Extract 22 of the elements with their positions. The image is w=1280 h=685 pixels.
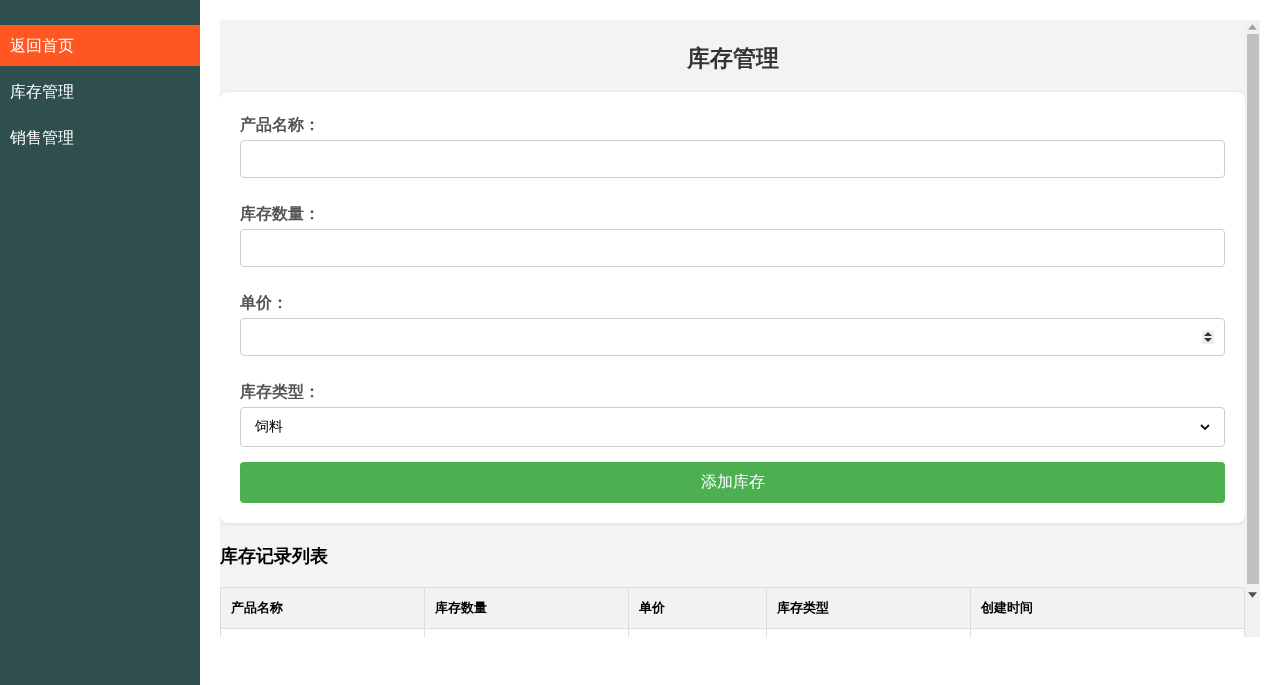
scrollbar-thumb[interactable] xyxy=(1246,34,1259,584)
scroll-up-icon[interactable] xyxy=(1248,24,1257,30)
sidebar-item[interactable]: 库存管理 xyxy=(0,71,200,112)
input-field[interactable] xyxy=(240,229,1225,267)
sidebar-item[interactable]: 销售管理 xyxy=(0,117,200,158)
select-field[interactable]: 饲料 xyxy=(240,407,1225,447)
column-header: 库存类型 xyxy=(766,587,971,629)
column-header: 单价 xyxy=(628,587,767,629)
column-header: 库存数量 xyxy=(424,587,629,629)
spinner-icon[interactable] xyxy=(1202,330,1214,344)
field-label: 库存类型： xyxy=(240,381,321,403)
column-header: 创建时间 xyxy=(970,587,1245,629)
input-field[interactable] xyxy=(240,140,1225,178)
field-label: 产品名称： xyxy=(240,114,321,136)
chevron-down-icon xyxy=(1200,423,1210,431)
field-label: 单价： xyxy=(240,292,289,314)
number-field[interactable] xyxy=(240,318,1225,356)
section-title: 库存记录列表 xyxy=(220,544,329,568)
column-header: 产品名称 xyxy=(220,587,425,629)
field-label: 库存数量： xyxy=(240,203,321,225)
page-title: 库存管理 xyxy=(685,44,780,73)
scroll-down-icon[interactable] xyxy=(1248,592,1257,598)
